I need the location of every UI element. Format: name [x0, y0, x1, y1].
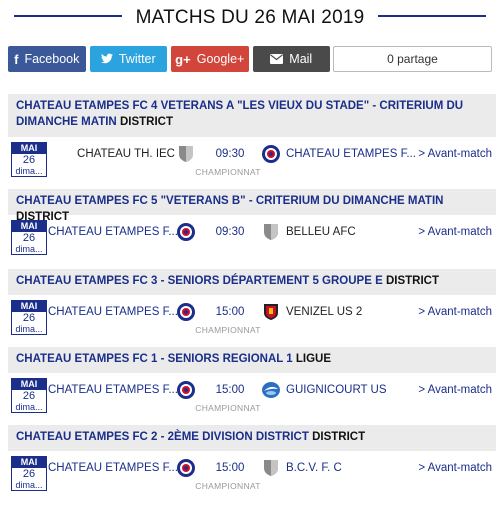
club-crest-icon — [177, 381, 195, 399]
date-month: MAI — [12, 143, 46, 154]
match-row[interactable]: MAI 26 dima... CHATEAU ETAMPES F... 09:3… — [8, 215, 496, 269]
competition-level: LIGUE — [295, 353, 332, 365]
avant-match-link[interactable]: > Avant-match — [418, 305, 492, 319]
google-plus-icon: g+ — [175, 51, 191, 67]
date-badge: MAI 26 dima... — [11, 142, 47, 177]
date-day: 26 — [22, 468, 36, 480]
date-weekday: dima... — [15, 324, 43, 334]
competition-title: CHATEAU ETAMPES FC 4 VETERANS A "LES VIE… — [16, 100, 464, 128]
away-team[interactable]: CHATEAU ETAMPES F... — [286, 147, 416, 161]
club-crest-icon — [177, 303, 195, 321]
date-month: MAI — [12, 379, 46, 390]
competition-title: CHATEAU ETAMPES FC 2 - 2ÈME DIVISION DIS… — [16, 431, 309, 443]
kickoff-time: 15:00 — [215, 384, 245, 396]
date-weekday: dima... — [15, 244, 43, 254]
competition-level: DISTRICT — [119, 116, 173, 128]
guignicourt-crest-icon — [262, 382, 280, 398]
competition-header[interactable]: CHATEAU ETAMPES FC 3 - SENIORS DÉPARTEME… — [8, 269, 496, 295]
kickoff-time: 15:00 — [215, 462, 245, 474]
competition-label: CHAMPIONNAT — [195, 167, 261, 177]
date-month: MAI — [12, 301, 46, 312]
page-title: MATCHS DU 26 MAI 2019 — [135, 7, 365, 28]
home-team[interactable]: CHATEAU ETAMPES F... — [48, 383, 178, 397]
google-label: Google+ — [196, 52, 245, 66]
competition-header[interactable]: CHATEAU ETAMPES FC 2 - 2ÈME DIVISION DIS… — [8, 425, 496, 451]
competition-level: DISTRICT — [385, 275, 439, 287]
date-month: MAI — [12, 221, 46, 232]
mail-icon — [270, 52, 284, 67]
shield-icon — [264, 460, 278, 476]
club-crest-icon — [177, 459, 195, 477]
competition-title: CHATEAU ETAMPES FC 1 - SENIORS REGIONAL … — [16, 353, 293, 365]
avant-match-link[interactable]: > Avant-match — [418, 225, 492, 239]
kickoff-time: 09:30 — [215, 148, 245, 160]
shield-icon — [179, 146, 193, 162]
mail-label: Mail — [289, 52, 313, 66]
match-row[interactable]: MAI 26 dima... CHATEAU ETAMPES F... 15:0… — [8, 451, 496, 503]
twitter-label: Twitter — [118, 52, 156, 66]
club-crest-icon — [262, 145, 280, 163]
venizel-crest-icon — [264, 304, 278, 320]
facebook-label: Facebook — [24, 52, 80, 66]
avant-match-link[interactable]: > Avant-match — [418, 461, 492, 475]
competition-label: CHAMPIONNAT — [195, 403, 261, 413]
away-team[interactable]: BELLEU AFC — [286, 225, 396, 239]
kickoff-time: 15:00 — [215, 306, 245, 318]
avant-match-link[interactable]: > Avant-match — [418, 147, 492, 161]
date-day: 26 — [22, 312, 36, 324]
shield-icon — [264, 224, 278, 240]
competition-header[interactable]: CHATEAU ETAMPES FC 5 "VETERANS B" - CRIT… — [8, 189, 496, 223]
share-bar: f Facebook Twitter g+ Google+ Mail 0 par… — [0, 46, 500, 72]
mail-share-button[interactable]: Mail — [252, 46, 330, 72]
date-day: 26 — [22, 154, 36, 166]
competition-level: DISTRICT — [312, 431, 366, 443]
away-team[interactable]: B.C.V. F. C — [286, 461, 396, 475]
home-team[interactable]: CHATEAU TH. IEC — [47, 147, 175, 161]
competition-header[interactable]: CHATEAU ETAMPES FC 1 - SENIORS REGIONAL … — [8, 347, 496, 373]
club-crest-icon — [177, 223, 195, 241]
date-weekday: dima... — [15, 480, 43, 490]
away-team[interactable]: VENIZEL US 2 — [286, 305, 396, 319]
match-row[interactable]: MAI 26 dima... CHATEAU ETAMPES F... 15:0… — [8, 373, 496, 425]
google-share-button[interactable]: g+ Google+ — [171, 46, 249, 72]
home-team[interactable]: CHATEAU ETAMPES F... — [48, 461, 178, 475]
match-row[interactable]: MAI 26 dima... CHATEAU ETAMPES F... 15:0… — [8, 295, 496, 347]
competition-title: CHATEAU ETAMPES FC 3 - SENIORS DÉPARTEME… — [16, 275, 383, 287]
competition-label: CHAMPIONNAT — [195, 325, 261, 335]
date-month: MAI — [12, 457, 46, 468]
header-divider-right — [378, 15, 486, 17]
kickoff-time: 09:30 — [215, 226, 245, 238]
date-badge: MAI 26 dima... — [11, 220, 47, 255]
twitter-share-button[interactable]: Twitter — [89, 46, 167, 72]
facebook-share-button[interactable]: f Facebook — [8, 46, 86, 72]
date-day: 26 — [22, 232, 36, 244]
competition-label: CHAMPIONNAT — [195, 481, 261, 491]
away-team[interactable]: GUIGNICOURT US — [286, 383, 396, 397]
date-badge: MAI 26 dima... — [11, 456, 47, 491]
avant-match-link[interactable]: > Avant-match — [418, 383, 492, 397]
date-badge: MAI 26 dima... — [11, 300, 47, 335]
home-team[interactable]: CHATEAU ETAMPES F... — [48, 225, 178, 239]
date-weekday: dima... — [15, 166, 43, 176]
home-team[interactable]: CHATEAU ETAMPES F... — [48, 305, 178, 319]
twitter-icon — [100, 52, 113, 67]
share-count: 0 partage — [333, 46, 492, 72]
match-list: CHATEAU ETAMPES FC 4 VETERANS A "LES VIE… — [8, 94, 496, 503]
header-divider-left — [14, 15, 122, 17]
date-badge: MAI 26 dima... — [11, 378, 47, 413]
match-row[interactable]: MAI 26 dima... CHATEAU TH. IEC 09:30 CHA… — [8, 137, 496, 189]
facebook-icon: f — [14, 51, 19, 67]
page-header: MATCHS DU 26 MAI 2019 — [0, 0, 500, 36]
competition-title: CHATEAU ETAMPES FC 5 "VETERANS B" - CRIT… — [16, 195, 444, 207]
competition-header[interactable]: CHATEAU ETAMPES FC 4 VETERANS A "LES VIE… — [8, 94, 496, 137]
date-weekday: dima... — [15, 402, 43, 412]
date-day: 26 — [22, 390, 36, 402]
